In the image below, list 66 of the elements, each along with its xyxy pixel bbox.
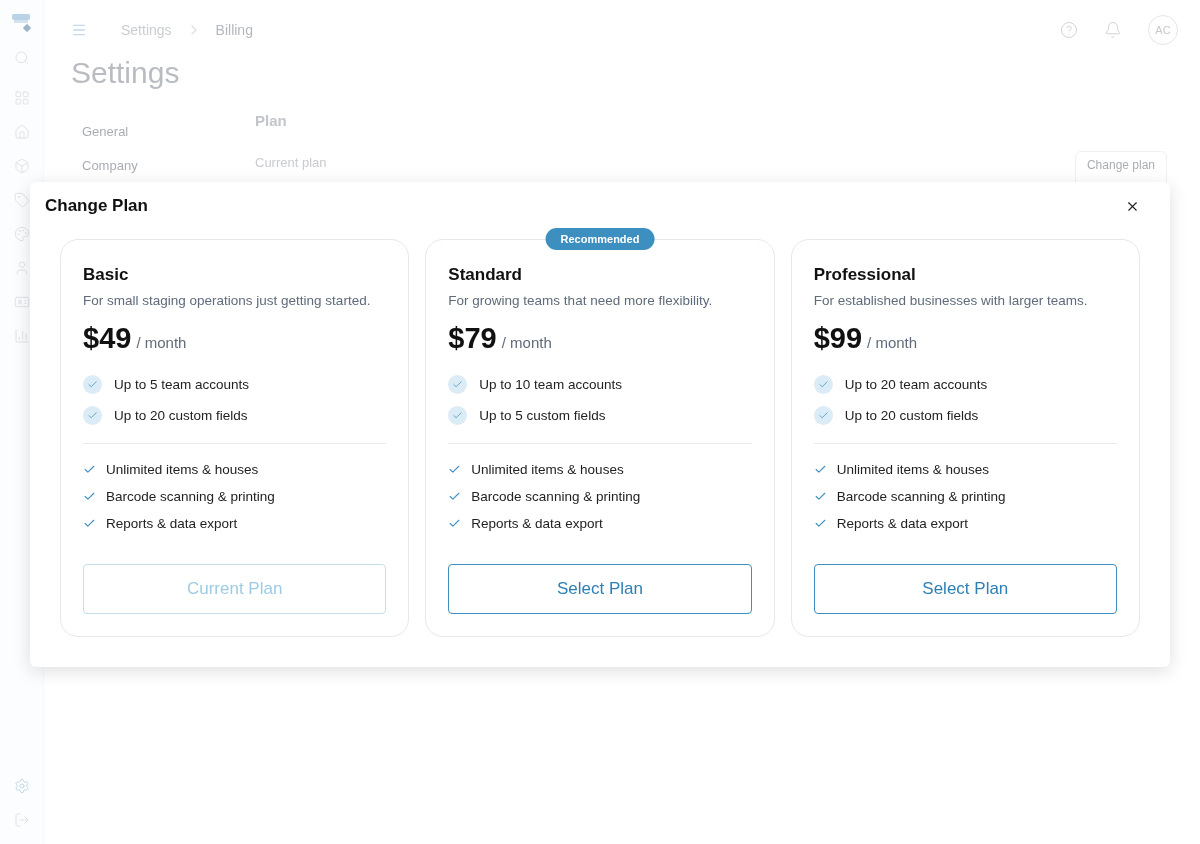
logo-icon <box>10 12 33 34</box>
settings-nav-item[interactable]: General <box>82 124 255 139</box>
settings-icon[interactable] <box>13 778 30 794</box>
select-plan-button[interactable]: Select Plan <box>448 564 752 614</box>
check-icon <box>448 490 462 503</box>
search-icon[interactable] <box>13 50 30 66</box>
feature-text: Reports & data export <box>836 516 968 531</box>
feature-text: Up to 20 team accounts <box>844 377 988 392</box>
check-circle-icon <box>83 375 102 394</box>
check-icon <box>83 517 96 530</box>
feature-text: Up to 5 team accounts <box>114 377 250 392</box>
plan-description: For small staging operations just getting started. <box>83 293 372 308</box>
plan-price: $79 <box>448 322 497 355</box>
help-icon[interactable] <box>1060 21 1078 39</box>
plan-description: For growing teams that need more flexibility. <box>448 293 714 308</box>
recommended-badge: Recommended <box>545 228 655 250</box>
feature-text: Up to 5 custom fields <box>479 408 606 423</box>
check-circle-icon <box>83 406 102 425</box>
plan-price: $49 <box>83 322 132 355</box>
price-period: / month <box>501 334 552 351</box>
home-icon[interactable] <box>13 124 30 140</box>
check-circle-icon <box>448 406 468 425</box>
feature-text: Up to 20 custom fields <box>114 408 248 423</box>
palette-icon[interactable] <box>13 226 30 242</box>
box-icon[interactable] <box>13 158 30 174</box>
settings-nav-item[interactable]: Company <box>82 158 255 173</box>
bell-icon[interactable] <box>1104 21 1122 39</box>
grid-icon[interactable] <box>13 90 30 106</box>
check-icon <box>813 490 827 503</box>
feature-text: Barcode scanning & printing <box>471 489 641 504</box>
section-title: Plan <box>255 112 288 129</box>
page-title: Settings <box>71 56 181 90</box>
feature-text: Barcode scanning & printing <box>106 489 275 504</box>
check-icon <box>813 517 827 530</box>
breadcrumb-item[interactable]: Billing <box>215 22 253 38</box>
tag-icon[interactable] <box>13 192 30 208</box>
check-icon <box>813 463 827 476</box>
plan-description: For established businesses with larger teams. <box>813 293 1089 308</box>
feature-text: Unlimited items & houses <box>106 462 259 477</box>
feature-text: Unlimited items & houses <box>836 462 989 477</box>
price-period: / month <box>136 334 187 351</box>
feature-text: Unlimited items & houses <box>471 462 624 477</box>
current-plan-button[interactable]: Current Plan <box>83 564 387 614</box>
check-circle-icon <box>813 406 833 425</box>
plan-name: Professional <box>813 265 917 285</box>
feature-text: Reports & data export <box>471 516 603 531</box>
check-icon <box>448 517 462 530</box>
check-icon <box>83 490 96 503</box>
id-card-icon[interactable] <box>13 294 30 310</box>
feature-text: Up to 20 custom fields <box>844 408 979 423</box>
plan-price: $99 <box>813 322 863 355</box>
check-icon <box>83 463 96 476</box>
feature-text: Up to 10 team accounts <box>479 377 622 392</box>
check-circle-icon <box>448 375 468 394</box>
bar-chart-icon[interactable] <box>13 328 30 344</box>
menu-icon[interactable] <box>71 22 87 38</box>
select-plan-button[interactable]: Select Plan <box>813 564 1117 614</box>
price-period: / month <box>867 334 918 351</box>
logout-icon[interactable] <box>13 812 30 828</box>
dialog-title: Change Plan <box>45 196 148 216</box>
feature-text: Barcode scanning & printing <box>836 489 1006 504</box>
check-icon <box>448 463 462 476</box>
check-circle-icon <box>813 375 833 394</box>
plan-name: Basic <box>83 265 130 285</box>
plan-name: Standard <box>448 265 523 285</box>
feature-text: Reports & data export <box>106 516 238 531</box>
